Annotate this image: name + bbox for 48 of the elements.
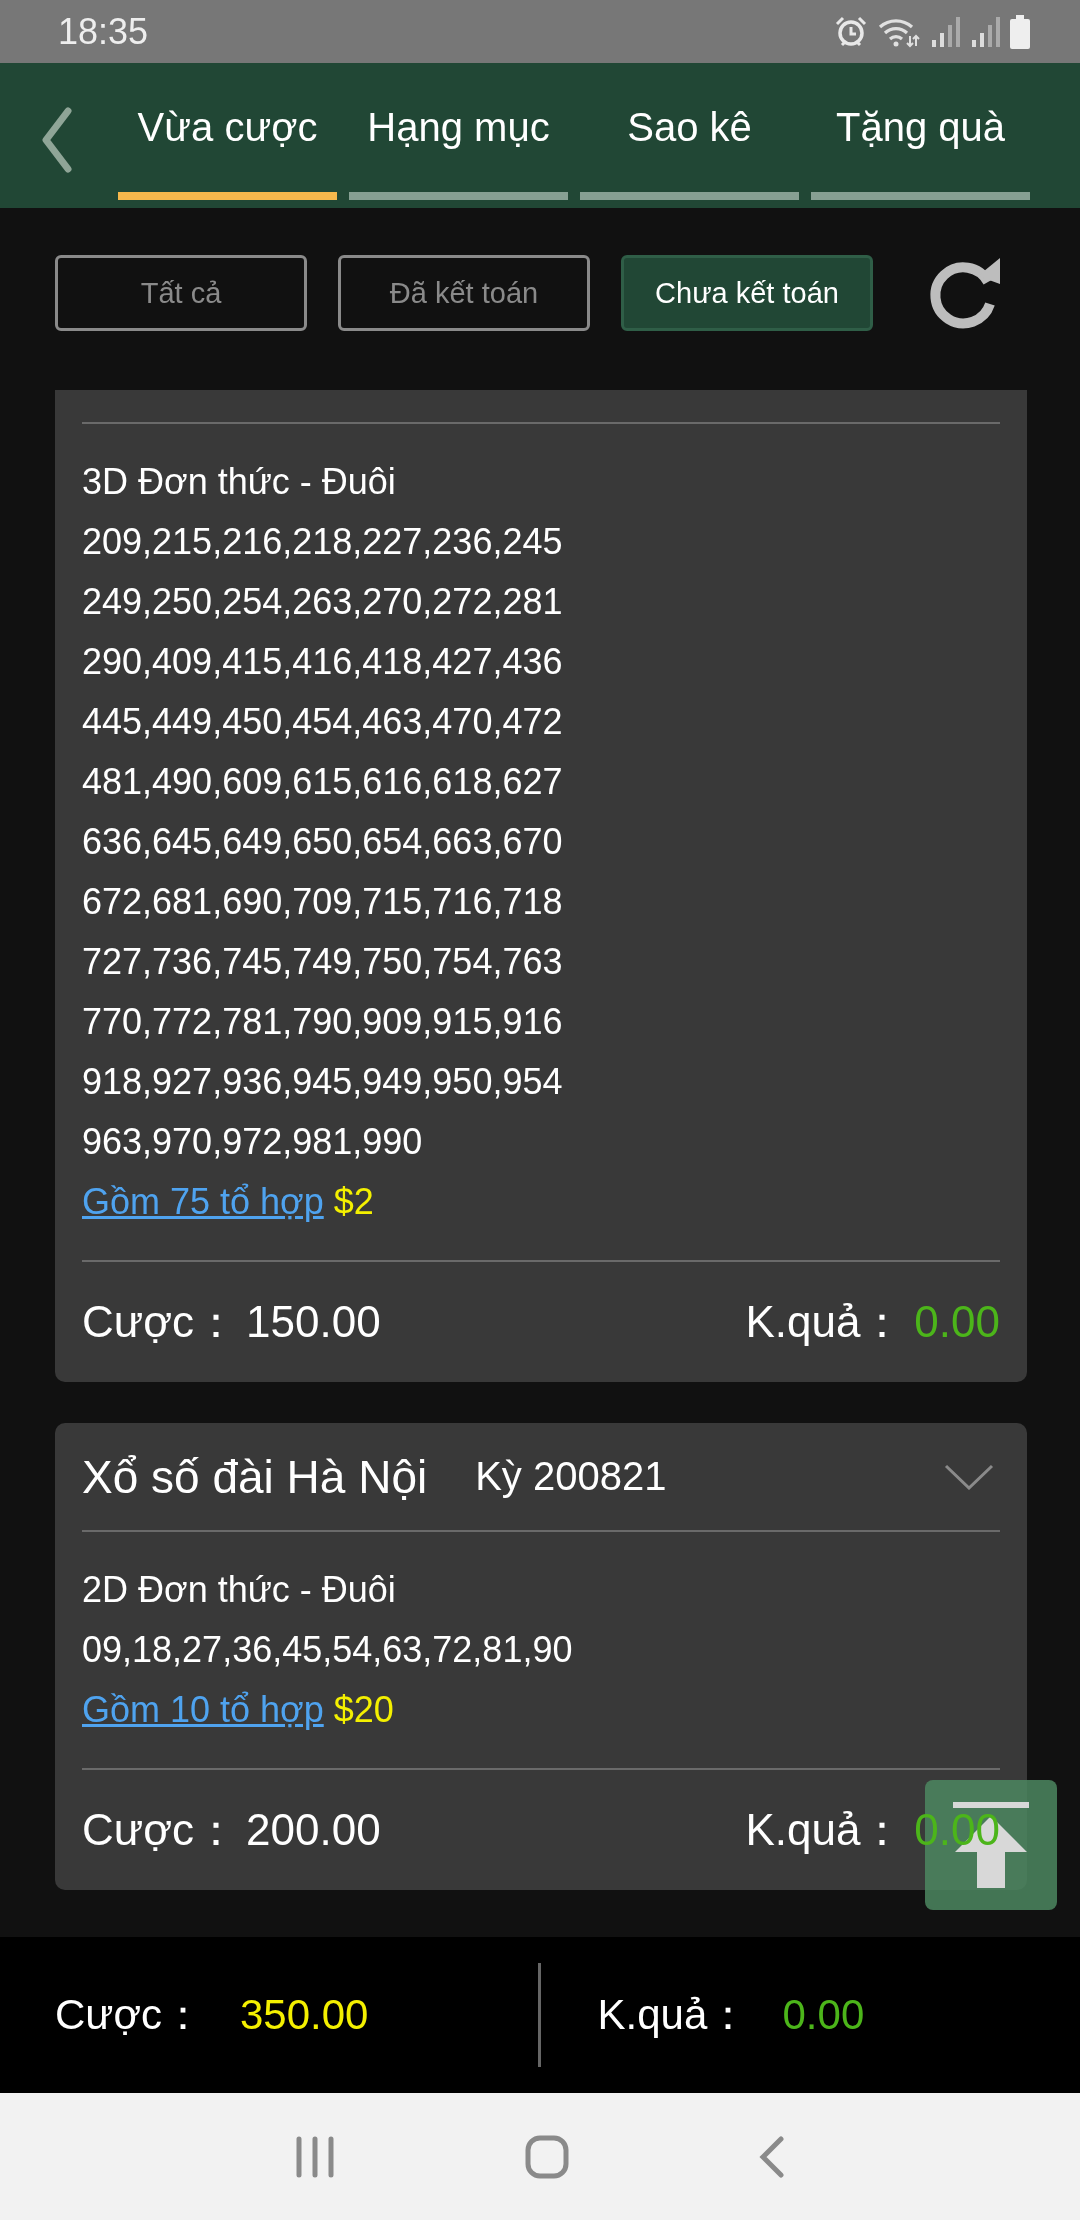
numbers-line: 249,250,254,263,270,272,281 [82, 580, 564, 624]
numbers-line: 672,681,690,709,715,716,718 [82, 880, 564, 924]
numbers-line: 727,736,745,749,750,754,763 [82, 940, 564, 984]
stake-amount: 150.00 [246, 1297, 381, 1347]
chevron-down-icon[interactable] [944, 1463, 994, 1490]
signal-icon [970, 15, 1000, 48]
unit-price: $20 [333, 1689, 394, 1730]
clock-time: 18:35 [58, 10, 149, 53]
result-label: K.quả： [745, 1803, 905, 1856]
numbers-line: 209,215,216,218,227,236,245 [82, 520, 564, 564]
filter-button[interactable]: Tất cả [55, 255, 307, 331]
total-stake-label: Cược： [55, 1990, 205, 2040]
numbers-line: 770,772,781,790,909,915,916 [82, 1000, 564, 1044]
tab[interactable]: Vừa cược [118, 63, 337, 200]
total-stake-amount: 350.00 [240, 1991, 369, 2039]
unit-price: $2 [333, 1181, 374, 1222]
filter-button[interactable]: Chưa kết toán [621, 255, 873, 331]
numbers-line: 481,490,609,615,616,618,627 [82, 760, 564, 804]
back-nav-icon[interactable] [759, 2134, 785, 2179]
alarm-icon [834, 14, 868, 49]
combinations-link[interactable]: Gồm 75 tổ hợp [82, 1181, 324, 1222]
numbers-line: 445,449,450,454,463,470,472 [82, 700, 564, 744]
lottery-name: Xổ số đài Hà Nội [82, 1449, 428, 1504]
numbers-line: 290,409,415,416,418,427,436 [82, 640, 564, 684]
back-icon[interactable] [42, 107, 72, 173]
draw-period: Kỳ 200821 [475, 1454, 667, 1499]
result-amount: 0.00 [914, 1297, 1000, 1347]
bet-type: 3D Đơn thức - Đuôi [82, 460, 397, 504]
total-result-label: K.quả： [597, 1990, 751, 2040]
tab[interactable]: Sao kê [580, 63, 799, 200]
recent-apps-icon[interactable] [295, 2134, 335, 2179]
bet-type: 2D Đơn thức - Đuôi [82, 1568, 397, 1612]
result-label: K.quả： [745, 1295, 905, 1348]
home-icon[interactable] [525, 2134, 569, 2179]
signal-icon [930, 15, 960, 48]
stake-label: Cược： [82, 1295, 239, 1348]
battery-icon [1010, 14, 1030, 49]
numbers-line: 918,927,936,945,949,950,954 [82, 1060, 564, 1104]
stake-label: Cược： [82, 1803, 239, 1856]
combinations-link[interactable]: Gồm 10 tổ hợp [82, 1689, 324, 1730]
filter-button[interactable]: Đã kết toán [338, 255, 590, 331]
numbers-line: 09,18,27,36,45,54,63,72,81,90 [82, 1628, 574, 1672]
tab[interactable]: Tặng quà [811, 63, 1030, 200]
stake-amount: 200.00 [246, 1805, 381, 1855]
numbers-line: 636,645,649,650,654,663,670 [82, 820, 564, 864]
total-result-amount: 0.00 [782, 1991, 865, 2039]
numbers-line: 963,970,972,981,990 [82, 1120, 424, 1164]
tab[interactable]: Hạng mục [349, 63, 568, 200]
